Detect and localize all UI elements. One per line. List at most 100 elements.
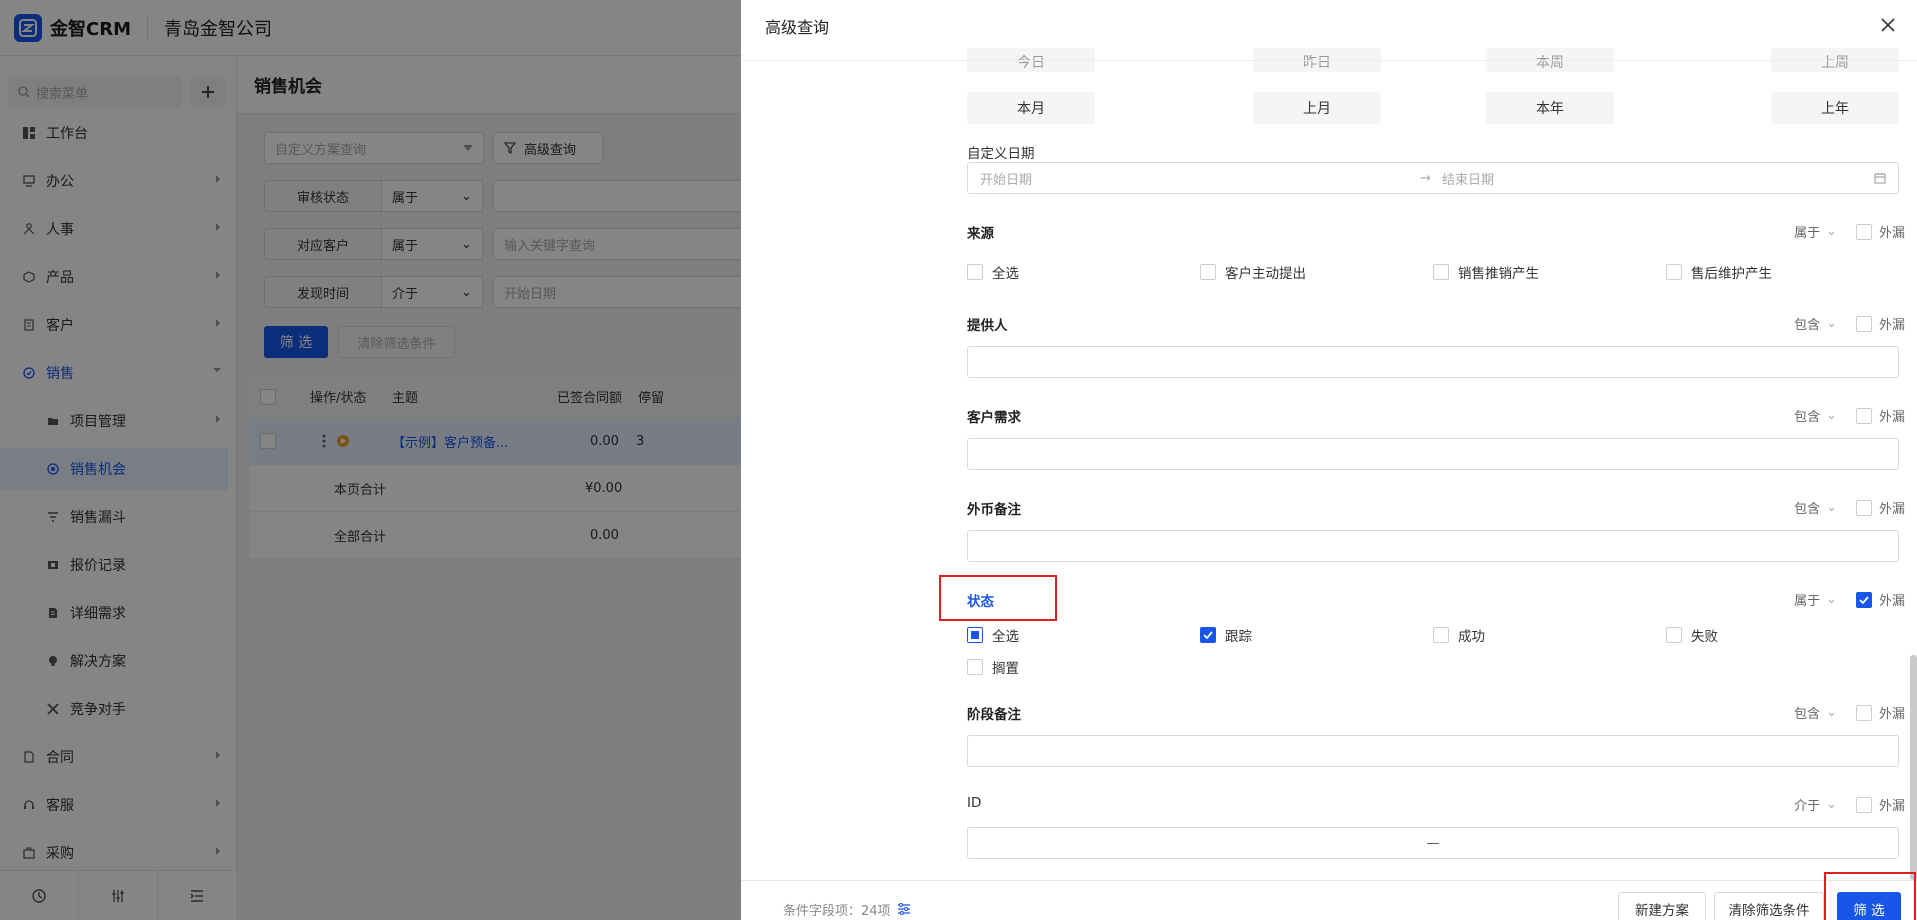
provider-exclude-checkbox[interactable]: 外漏 [1855, 314, 1905, 333]
chevron-down-icon: ⌄ [1826, 316, 1837, 331]
drawer-title: 高级查询 [765, 18, 830, 37]
chevron-down-icon: ⌄ [1826, 797, 1837, 812]
option-label: 成功 [1458, 629, 1485, 645]
option-label: 售后维护产生 [1691, 266, 1772, 282]
drawer-footer: 条件字段项：24项 新建方案 清除筛选条件 筛 选 [741, 880, 1917, 920]
checkbox-box [967, 264, 983, 280]
source-option-all[interactable]: 全选 [967, 262, 1019, 282]
chevron-down-icon: ⌄ [1826, 592, 1837, 607]
op-value: 包含 [1794, 707, 1821, 722]
clear-conditions-button[interactable]: 清除筛选条件 [1714, 892, 1824, 920]
stage-note-label: 阶段备注 [967, 707, 1021, 723]
stage-note-op-select[interactable]: 包含 ⌄ [1794, 703, 1837, 722]
source-option-aftersales[interactable]: 售后维护产生 [1666, 262, 1772, 282]
settings-sliders-icon[interactable] [897, 903, 911, 915]
option-label: 跟踪 [1225, 629, 1252, 645]
option-label: 全选 [992, 629, 1019, 645]
option-label: 全选 [992, 266, 1019, 282]
currency-note-op-select[interactable]: 包含 ⌄ [1794, 498, 1837, 517]
status-option-all[interactable]: 全选 [967, 625, 1019, 645]
option-label: 客户主动提出 [1225, 266, 1306, 282]
checkbox-box [1433, 627, 1449, 643]
stage-note-input[interactable] [967, 735, 1899, 767]
checkbox-box [1433, 264, 1449, 280]
op-value: 包含 [1794, 318, 1821, 333]
close-icon [1881, 18, 1895, 32]
status-op-select[interactable]: 属于 ⌄ [1794, 590, 1837, 609]
exclude-label: 外漏 [1878, 226, 1905, 241]
exclude-label: 外漏 [1878, 707, 1905, 722]
need-op-select[interactable]: 包含 ⌄ [1794, 406, 1837, 425]
status-option-failed[interactable]: 失败 [1666, 625, 1718, 645]
provider-op-select[interactable]: 包含 ⌄ [1794, 314, 1837, 333]
date-this-month-button[interactable]: 本月 [967, 92, 1095, 124]
checkbox-box [1855, 315, 1872, 332]
need-input[interactable] [967, 438, 1899, 470]
option-label: 销售推销产生 [1458, 266, 1539, 282]
checkbox-box [1855, 704, 1872, 721]
chevron-down-icon: ⌄ [1826, 500, 1837, 515]
option-label: 搁置 [992, 661, 1019, 677]
source-option-customer[interactable]: 客户主动提出 [1200, 262, 1306, 282]
checkbox-box [1855, 407, 1872, 424]
exclude-label: 外漏 [1878, 502, 1905, 517]
calendar-icon [1874, 173, 1886, 184]
drawer-header-divider [741, 60, 1917, 61]
checkbox-box [1855, 591, 1872, 608]
checkbox-box [1855, 796, 1872, 813]
currency-note-label: 外币备注 [967, 502, 1021, 518]
need-exclude-checkbox[interactable]: 外漏 [1855, 406, 1905, 425]
status-option-shelved[interactable]: 搁置 [967, 657, 1019, 677]
close-button[interactable] [1881, 18, 1895, 32]
stage-note-exclude-checkbox[interactable]: 外漏 [1855, 703, 1905, 722]
currency-note-exclude-checkbox[interactable]: 外漏 [1855, 498, 1905, 517]
op-value: 介于 [1794, 799, 1821, 814]
id-range-input[interactable]: — [967, 827, 1899, 859]
exclude-label: 外漏 [1878, 594, 1905, 609]
exclude-label: 外漏 [1878, 799, 1905, 814]
custom-date-range[interactable]: 开始日期 → 结束日期 [967, 162, 1899, 194]
checkbox-box [1200, 627, 1216, 643]
date-last-month-button[interactable]: 上月 [1253, 92, 1381, 124]
condition-count: 条件字段项：24项 [783, 899, 911, 919]
end-date-input[interactable]: 结束日期 [1442, 169, 1874, 188]
status-label: 状态 [967, 594, 994, 610]
highlight-box [1824, 872, 1916, 920]
exclude-label: 外漏 [1878, 410, 1905, 425]
date-last-year-button[interactable]: 上年 [1771, 92, 1899, 124]
currency-note-input[interactable] [967, 530, 1899, 562]
checkbox-box [1855, 499, 1872, 516]
new-scheme-button[interactable]: 新建方案 [1618, 892, 1706, 920]
checkbox-box [1666, 627, 1682, 643]
custom-date-label: 自定义日期 [967, 146, 1035, 162]
condition-count-label: 条件字段项：24项 [783, 903, 891, 919]
need-label: 客户需求 [967, 410, 1021, 426]
checkbox-box [1200, 264, 1216, 280]
status-option-success[interactable]: 成功 [1433, 625, 1485, 645]
source-op-select[interactable]: 属于 ⌄ [1794, 222, 1837, 241]
checkbox-box [1666, 264, 1682, 280]
checkbox-box [1855, 223, 1872, 240]
advanced-query-drawer: 高级查询 今日 昨日 本周 上周 本月 上月 本年 上年 自定义日期 开始日期 … [741, 0, 1917, 920]
source-option-sales[interactable]: 销售推销产生 [1433, 262, 1539, 282]
provider-input[interactable] [967, 346, 1899, 378]
op-value: 属于 [1794, 594, 1821, 609]
source-exclude-checkbox[interactable]: 外漏 [1855, 222, 1905, 241]
date-this-year-button[interactable]: 本年 [1486, 92, 1614, 124]
option-label: 失败 [1691, 629, 1718, 645]
chevron-down-icon: ⌄ [1826, 408, 1837, 423]
exclude-label: 外漏 [1878, 318, 1905, 333]
id-label: ID [967, 795, 982, 811]
provider-label: 提供人 [967, 318, 1008, 334]
op-value: 包含 [1794, 502, 1821, 517]
id-op-select[interactable]: 介于 ⌄ [1794, 795, 1837, 814]
highlight-box [939, 575, 1057, 621]
status-option-tracking[interactable]: 跟踪 [1200, 625, 1252, 645]
status-exclude-checkbox[interactable]: 外漏 [1855, 590, 1905, 609]
start-date-input[interactable]: 开始日期 [980, 169, 1420, 188]
id-exclude-checkbox[interactable]: 外漏 [1855, 795, 1905, 814]
range-separator: — [1426, 835, 1440, 851]
drawer-scrollbar[interactable] [1910, 655, 1917, 880]
source-label: 来源 [967, 226, 994, 242]
checkbox-box [967, 659, 983, 675]
